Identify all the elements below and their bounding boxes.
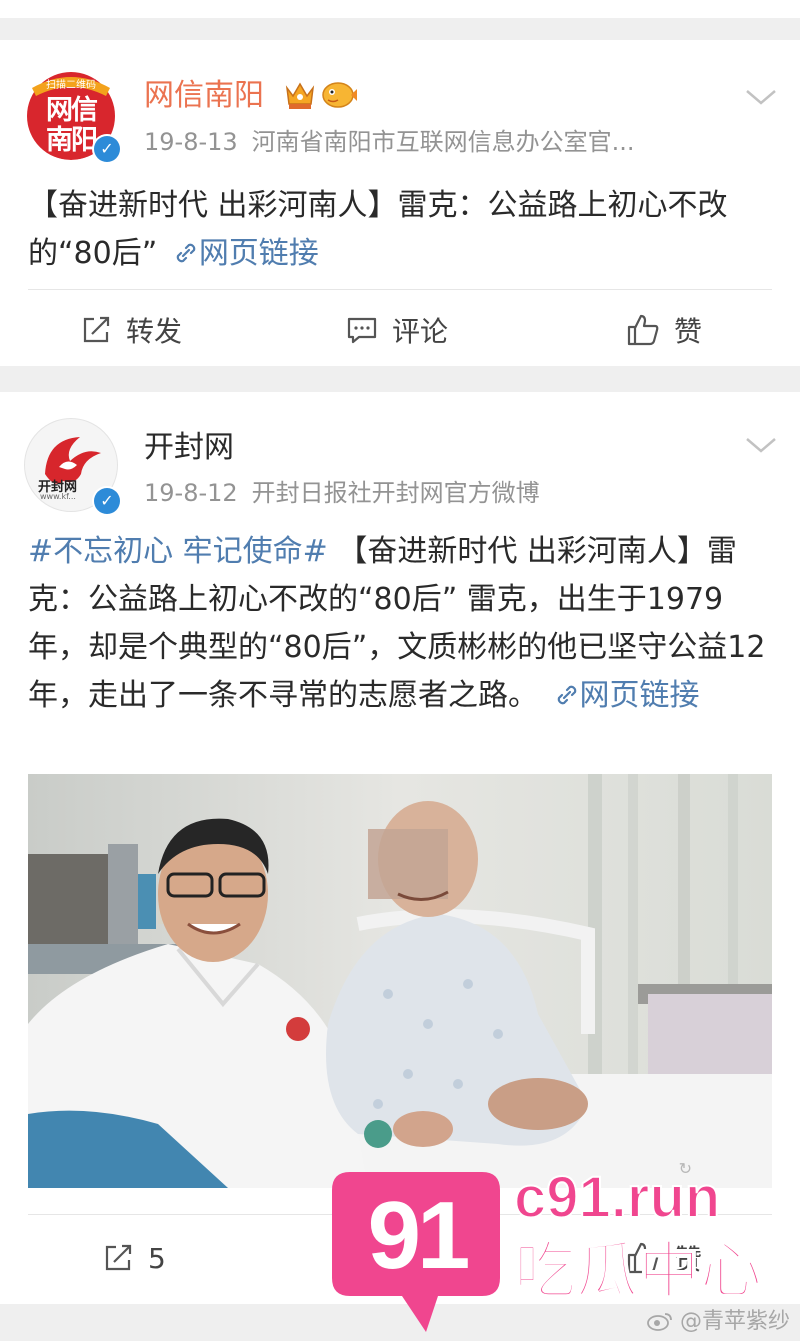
post-photo[interactable]: ↻ (28, 774, 772, 1188)
chevron-down-icon[interactable] (744, 86, 778, 108)
repost-icon (105, 1244, 132, 1271)
post-text: 【奋进新时代 出彩河南人】雷克：公益路上初心不改的“80后” 网页链接 (28, 182, 778, 278)
like-label: 赞 (674, 315, 703, 348)
pufferfish-icon[interactable] (320, 78, 358, 112)
web-link-label[interactable]: 网页链接 (580, 678, 700, 713)
comment-label: 评论 (392, 315, 449, 348)
web-link-label[interactable]: 网页链接 (199, 236, 319, 271)
repost-icon (83, 316, 110, 343)
post-date[interactable]: 19-8-13 (144, 128, 238, 156)
web-link[interactable]: 网页链接 (167, 236, 319, 271)
username[interactable]: 开封网 (144, 430, 234, 466)
username[interactable]: 网信南阳 (144, 78, 264, 114)
site-domain: c91.run (513, 1165, 721, 1231)
post-date[interactable]: 19-8-12 (144, 479, 238, 507)
avatar[interactable]: 扫描二维码 网信南阳 ✓ (24, 66, 122, 164)
post-text: #不忘初心 牢记使命# 【奋进新时代 出彩河南人】雷克：公益路上初心不改的“80… (28, 528, 778, 720)
web-link[interactable]: 网页链接 (548, 678, 700, 713)
link-icon (557, 685, 576, 705)
previous-card (0, 0, 800, 18)
like-button[interactable]: 赞 (626, 310, 702, 350)
avatar[interactable]: 开封网 www.kf... ✓ (24, 418, 122, 516)
verified-icon: ✓ (92, 486, 122, 516)
link-icon (176, 243, 196, 263)
photo-illustration (28, 774, 772, 1188)
verified-icon: ✓ (92, 134, 122, 164)
repost-count: 5 (148, 1241, 166, 1275)
avatar-url: www.kf... (40, 492, 76, 501)
post-meta: 19-8-13 河南省南阳市互联网信息办公室官... (144, 127, 635, 157)
avatar-banner: 扫描二维码 (46, 78, 96, 91)
vip-crown-icon[interactable] (284, 78, 316, 112)
site-slogan: 吃瓜中心 (513, 1234, 763, 1307)
chevron-down-icon[interactable] (744, 434, 778, 456)
previous-card-edge (0, 0, 800, 40)
divider (28, 289, 772, 290)
repost-button[interactable]: 转发 (80, 310, 182, 350)
post-meta: 19-8-12 开封日报社开封网官方微博 (144, 478, 540, 508)
post-source: 河南省南阳市互联网信息办公室官... (251, 128, 635, 156)
site-watermark: 91 c91.run 吃瓜中心 (318, 1165, 788, 1336)
comment-icon (347, 317, 377, 344)
post-card-1[interactable]: 扫描二维码 网信南阳 ✓ 网信南阳 19-8-13 河南省南阳市互联网信息办公室官… (0, 40, 800, 366)
post-body: 【奋进新时代 出彩河南人】雷克：公益路上初心不改的“80后” (28, 188, 728, 271)
hashtag[interactable]: #不忘初心 牢记使命# (28, 534, 328, 569)
like-icon (627, 314, 659, 346)
post-source: 开封日报社开封网官方微博 (251, 479, 540, 507)
badge-number: 91 (367, 1182, 471, 1289)
comment-button[interactable]: 评论 (346, 310, 448, 350)
repost-button[interactable]: 5 (102, 1238, 166, 1278)
repost-label: 转发 (126, 315, 183, 348)
